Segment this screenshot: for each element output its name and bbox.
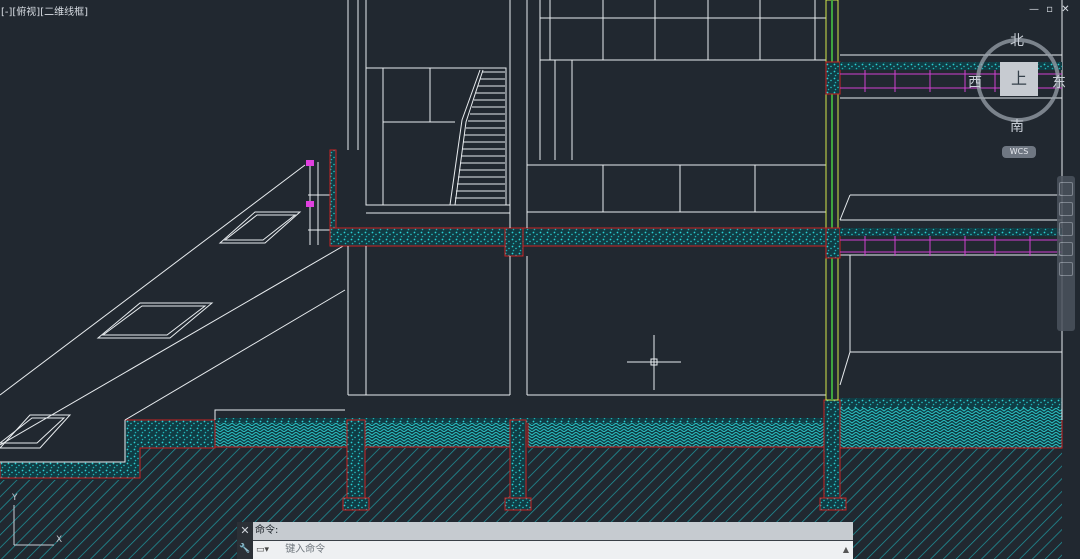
close-button[interactable]: ✕ bbox=[1061, 4, 1070, 15]
minimize-button[interactable]: — bbox=[1029, 4, 1039, 15]
wcs-menu[interactable]: WCS bbox=[1002, 146, 1036, 158]
command-prompt-icon[interactable]: ▭▾ bbox=[253, 541, 282, 559]
cad-drawing[interactable]: Y X bbox=[0, 0, 1080, 559]
viewcube-south[interactable]: 南 bbox=[1010, 116, 1024, 136]
ground-topping-right bbox=[840, 398, 1062, 408]
viewcube-north[interactable]: 北 bbox=[1010, 30, 1024, 50]
ground-slab-mid-c bbox=[527, 419, 825, 448]
model-viewport[interactable]: Y X [-][俯视][二维线框] — ▫ ✕ 北 南 东 西 上 WCS ✕ … bbox=[0, 0, 1080, 559]
viewport-label[interactable]: [-][俯视][二维线框] bbox=[1, 3, 88, 18]
ground-slab-mid-b bbox=[364, 419, 511, 448]
settings-icon[interactable]: 🔧 bbox=[237, 540, 253, 558]
command-history: 命令: bbox=[253, 522, 853, 540]
pan-icon[interactable] bbox=[1059, 202, 1073, 216]
viewcube-top-face[interactable]: 上 bbox=[1000, 62, 1038, 96]
restore-button[interactable]: ▫ bbox=[1045, 4, 1054, 15]
ucs-x-label: X bbox=[56, 535, 62, 545]
navigation-bar[interactable] bbox=[1057, 176, 1075, 331]
ucs-y-label: Y bbox=[11, 493, 18, 503]
zoom-icon[interactable] bbox=[1059, 222, 1073, 236]
viewport-window-controls: — ▫ ✕ bbox=[1029, 4, 1070, 15]
showmotion-icon[interactable] bbox=[1059, 262, 1073, 276]
command-line-handle: ✕ 🔧 bbox=[237, 522, 253, 559]
viewcube-east[interactable]: 东 bbox=[1052, 72, 1066, 92]
upper-slab bbox=[329, 227, 829, 247]
viewcube-west[interactable]: 西 bbox=[968, 72, 982, 92]
command-line: ✕ 🔧 命令: ▭▾ 键入命令 ▲ bbox=[237, 522, 853, 559]
ground-slab-mid-a bbox=[214, 419, 348, 448]
nav-wheel-icon[interactable] bbox=[1059, 182, 1073, 196]
crosshair-cursor bbox=[627, 335, 681, 390]
ground-slab-right bbox=[839, 403, 1063, 449]
recent-commands-icon[interactable]: ▲ bbox=[843, 541, 849, 559]
orbit-icon[interactable] bbox=[1059, 242, 1073, 256]
command-input[interactable]: ▭▾ 键入命令 ▲ bbox=[253, 541, 853, 559]
close-icon[interactable]: ✕ bbox=[237, 522, 253, 540]
command-placeholder: 键入命令 bbox=[285, 544, 326, 555]
